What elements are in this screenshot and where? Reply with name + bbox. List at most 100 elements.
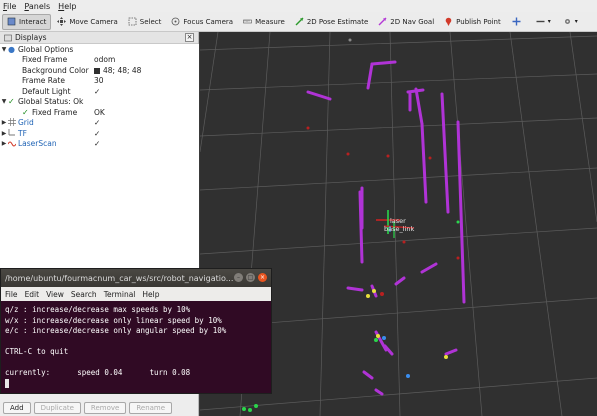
- tree-row-default-light[interactable]: Default Light ✓: [0, 86, 199, 97]
- nav-goal-tool-button[interactable]: 2D Nav Goal: [374, 14, 438, 30]
- measure-label: Measure: [255, 17, 285, 26]
- displays-buttons: Add Duplicate Remove Rename: [0, 400, 199, 416]
- camera-icon: [563, 17, 572, 26]
- toolbar: Interact Move Camera Select Focus Camera…: [0, 12, 597, 32]
- fixed-frame-value[interactable]: odom: [94, 55, 115, 64]
- terminal-output[interactable]: q/z : increase/decrease max speeds by 10…: [1, 301, 271, 393]
- laserscan-label: LaserScan: [18, 139, 57, 149]
- select-tool-button[interactable]: Select: [124, 14, 166, 30]
- check-icon: ✓: [22, 107, 29, 117]
- grid-label: Grid: [18, 118, 34, 128]
- terminal-line: e/c : increase/decrease only angular spe…: [5, 326, 227, 335]
- status-fixed-frame-value: OK: [94, 107, 105, 117]
- tree-row-global-options[interactable]: ▼ ● Global Options: [0, 44, 199, 55]
- publish-point-label: Publish Point: [456, 17, 501, 26]
- background-color-value[interactable]: 48; 48; 48: [94, 66, 141, 75]
- background-color-text: 48; 48; 48: [103, 65, 142, 75]
- sensor-points: [242, 38, 460, 412]
- focus-camera-label: Focus Camera: [183, 17, 234, 26]
- displays-icon: [4, 34, 12, 41]
- close-icon[interactable]: ×: [185, 33, 194, 42]
- measure-tool-button[interactable]: Measure: [239, 14, 289, 30]
- global-status-label: Global Status: Ok: [18, 97, 84, 107]
- terminal-menu-file[interactable]: File: [5, 290, 18, 299]
- expand-down-icon[interactable]: ▼: [0, 98, 8, 105]
- focus-camera-icon: [171, 17, 180, 26]
- add-button[interactable]: Add: [3, 402, 31, 414]
- expand-down-icon[interactable]: ▼: [0, 46, 8, 53]
- minimize-icon[interactable]: –: [234, 273, 243, 282]
- tree-row-fixed-frame[interactable]: Fixed Frame odom: [0, 55, 199, 66]
- terminal-line: w/x : increase/decrease only linear spee…: [5, 315, 222, 325]
- move-camera-tool-button[interactable]: Move Camera: [53, 14, 121, 30]
- terminal-menu-search[interactable]: Search: [71, 290, 97, 299]
- laser-frame-label: laser: [390, 217, 406, 225]
- grid-icon: [8, 117, 18, 128]
- expand-right-icon[interactable]: ▶: [0, 140, 8, 147]
- tf-checkbox[interactable]: ✓: [94, 129, 100, 138]
- tree-row-grid[interactable]: ▶ Grid ✓: [0, 117, 199, 129]
- tree-row-laserscan[interactable]: ▶ LaserScan ✓: [0, 139, 199, 150]
- publish-point-tool-button[interactable]: Publish Point: [440, 14, 505, 30]
- select-icon: [128, 17, 137, 26]
- terminal-line: currently: speed 0.04 turn 0.08: [5, 368, 191, 377]
- displays-title-label: Displays: [15, 33, 47, 42]
- expand-right-icon[interactable]: ▶: [0, 130, 8, 137]
- add-tool-button[interactable]: [507, 14, 529, 30]
- interact-label: Interact: [19, 17, 47, 26]
- status-fixed-frame-label: Fixed Frame: [32, 107, 78, 117]
- interact-icon: [7, 17, 16, 26]
- tree-row-frame-rate[interactable]: Frame Rate 30: [0, 76, 199, 87]
- select-label: Select: [139, 17, 162, 26]
- menu-panels[interactable]: Panels: [24, 2, 50, 11]
- frame-rate-label: Frame Rate: [22, 76, 65, 86]
- background-color-label: Background Color: [22, 65, 89, 75]
- default-light-label: Default Light: [22, 86, 71, 96]
- globe-icon: ●: [8, 44, 15, 54]
- remove-button[interactable]: Remove: [83, 402, 127, 414]
- rename-button[interactable]: Rename: [129, 402, 173, 414]
- global-options-label: Global Options: [18, 44, 74, 54]
- interact-tool-button[interactable]: Interact: [2, 13, 52, 30]
- terminal-menu-view[interactable]: View: [46, 290, 64, 299]
- tree-row-status-fixed-frame[interactable]: ✓ Fixed Frame OK: [0, 107, 199, 118]
- terminal-title-bar[interactable]: /home/ubuntu/fourmacnum_car_ws/src/robot…: [1, 269, 271, 287]
- focus-camera-tool-button[interactable]: Focus Camera: [167, 14, 237, 30]
- dropdown-arrow-icon: ▾: [547, 18, 551, 25]
- tf-icon: [8, 128, 18, 138]
- pose-estimate-label: 2D Pose Estimate: [306, 17, 369, 26]
- menubar: File Panels Help: [0, 0, 597, 12]
- grid-checkbox[interactable]: ✓: [94, 118, 100, 127]
- terminal-menu-terminal[interactable]: Terminal: [104, 290, 136, 299]
- maximize-icon[interactable]: □: [246, 273, 255, 282]
- duplicate-button[interactable]: Duplicate: [33, 402, 81, 414]
- terminal-menu-edit[interactable]: Edit: [25, 290, 40, 299]
- close-icon[interactable]: ×: [258, 273, 267, 282]
- terminal-window[interactable]: /home/ubuntu/fourmacnum_car_ws/src/robot…: [0, 268, 272, 394]
- terminal-title: /home/ubuntu/fourmacnum_car_ws/src/robot…: [5, 273, 234, 283]
- default-light-checkbox[interactable]: ✓: [94, 87, 100, 96]
- terminal-menu-help[interactable]: Help: [142, 290, 159, 299]
- color-swatch: [94, 67, 100, 74]
- laserscan-checkbox[interactable]: ✓: [94, 139, 100, 148]
- expand-right-icon[interactable]: ▶: [0, 119, 8, 126]
- displays-header: Displays ×: [0, 32, 198, 44]
- nav-goal-label: 2D Nav Goal: [390, 17, 435, 26]
- terminal-line: CTRL-C to quit: [5, 347, 69, 356]
- crosshair-plus-icon: [512, 17, 521, 26]
- menu-help[interactable]: Help: [58, 2, 76, 11]
- publish-point-icon: [444, 17, 453, 26]
- view-options-button[interactable]: ▾: [558, 14, 583, 30]
- move-camera-icon: [57, 17, 67, 26]
- pose-estimate-tool-button[interactable]: 2D Pose Estimate: [291, 14, 372, 30]
- terminal-menubar: File Edit View Search Terminal Help: [1, 287, 271, 301]
- frame-rate-value[interactable]: 30: [94, 76, 104, 85]
- tf-label: TF: [18, 128, 27, 138]
- remove-tool-button[interactable]: ▾: [531, 14, 556, 30]
- tree-row-tf[interactable]: ▶ TF ✓: [0, 128, 199, 139]
- pose-estimate-icon: [295, 17, 304, 26]
- menu-file[interactable]: File: [3, 2, 16, 11]
- tree-row-global-status[interactable]: ▼ ✓ Global Status: Ok: [0, 97, 199, 108]
- tree-row-background-color[interactable]: Background Color 48; 48; 48: [0, 65, 199, 76]
